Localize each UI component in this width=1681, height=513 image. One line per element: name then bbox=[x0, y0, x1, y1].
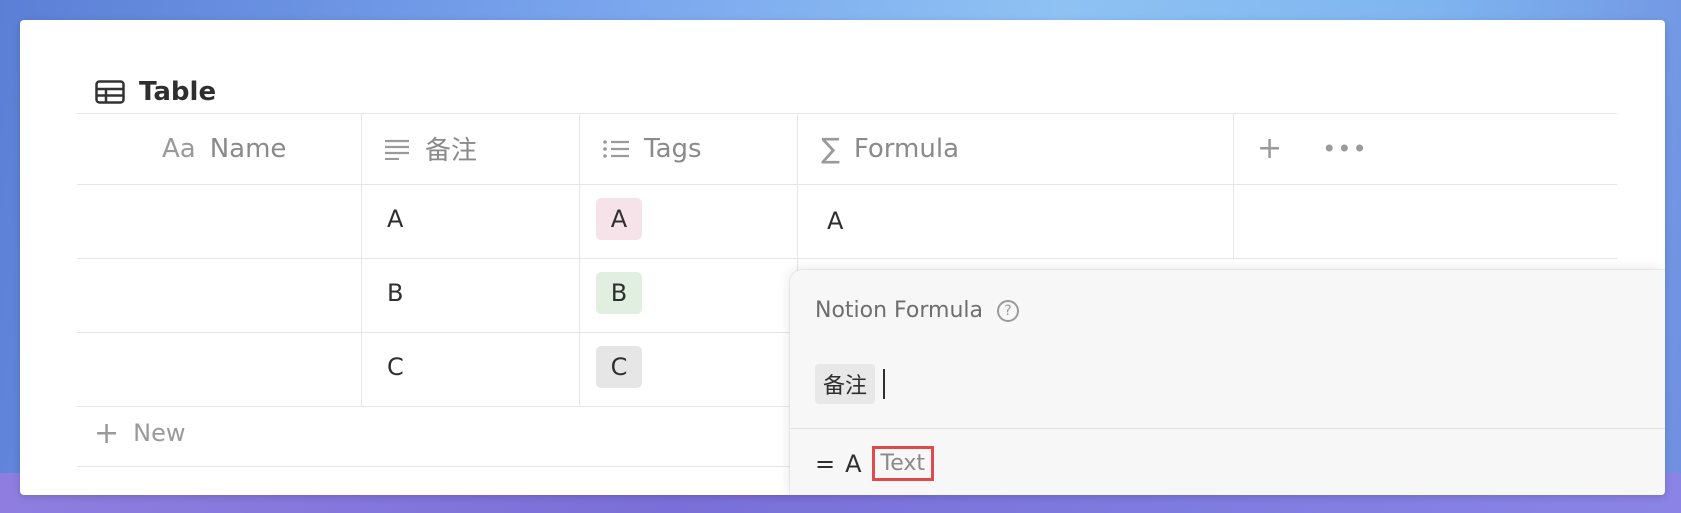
formula-popup-title: Notion Formula bbox=[815, 298, 984, 323]
grid-line bbox=[77, 258, 1617, 259]
new-row-button[interactable]: + New bbox=[94, 413, 186, 453]
database-title-text: Table bbox=[139, 77, 217, 107]
tag-chip-b[interactable]: B bbox=[596, 272, 642, 314]
divider bbox=[790, 428, 1665, 429]
plus-icon: + bbox=[94, 415, 120, 451]
column-header-label: Name bbox=[209, 133, 287, 164]
formula-editor-popup: Notion Formula ? 备注 = A Text bbox=[790, 270, 1665, 495]
text-cursor bbox=[883, 369, 886, 399]
note-cell[interactable]: B bbox=[387, 279, 403, 307]
help-icon[interactable]: ? bbox=[997, 299, 1020, 322]
new-row-label: New bbox=[133, 419, 186, 447]
formula-result: = A Text bbox=[815, 446, 935, 481]
column-header-label: 备注 bbox=[425, 136, 478, 166]
tag-chip-c[interactable]: C bbox=[596, 346, 642, 388]
table-icon bbox=[95, 80, 125, 104]
tag-chip-a[interactable]: A bbox=[596, 198, 642, 240]
header-actions: + ••• bbox=[1257, 113, 1368, 184]
note-cell[interactable]: C bbox=[387, 353, 404, 381]
database-title[interactable]: Table bbox=[95, 72, 216, 112]
result-equals: = bbox=[815, 449, 836, 478]
notion-window: Table Aa Name 备注 Tags ∑ Formula + ••• A … bbox=[20, 20, 1665, 495]
grid-line bbox=[579, 113, 580, 406]
formula-popup-header: Notion Formula ? bbox=[815, 298, 1020, 323]
formula-expression-input[interactable]: 备注 bbox=[815, 364, 886, 404]
formula-cell[interactable]: A bbox=[827, 207, 843, 235]
result-type-badge: Text bbox=[871, 446, 935, 481]
bulleted-list-icon bbox=[602, 138, 630, 160]
note-cell[interactable]: A bbox=[387, 205, 403, 233]
column-header-note[interactable]: 备注 bbox=[383, 113, 477, 184]
add-property-icon[interactable]: + bbox=[1257, 131, 1282, 166]
column-header-label: Formula bbox=[853, 133, 960, 164]
more-options-icon[interactable]: ••• bbox=[1322, 135, 1367, 163]
column-header-formula[interactable]: ∑ Formula bbox=[821, 113, 959, 184]
column-header-tags[interactable]: Tags bbox=[602, 113, 702, 184]
grid-line bbox=[77, 184, 1617, 185]
column-header-label: Tags bbox=[644, 133, 702, 164]
grid-line bbox=[1233, 113, 1234, 258]
property-reference-chip[interactable]: 备注 bbox=[815, 364, 876, 404]
title-property-icon: Aa bbox=[162, 133, 196, 164]
result-value: A bbox=[845, 449, 862, 478]
column-header-name[interactable]: Aa Name bbox=[162, 113, 286, 184]
grid-line bbox=[361, 113, 362, 406]
text-lines-icon bbox=[383, 138, 411, 160]
sigma-icon: ∑ bbox=[821, 132, 840, 165]
